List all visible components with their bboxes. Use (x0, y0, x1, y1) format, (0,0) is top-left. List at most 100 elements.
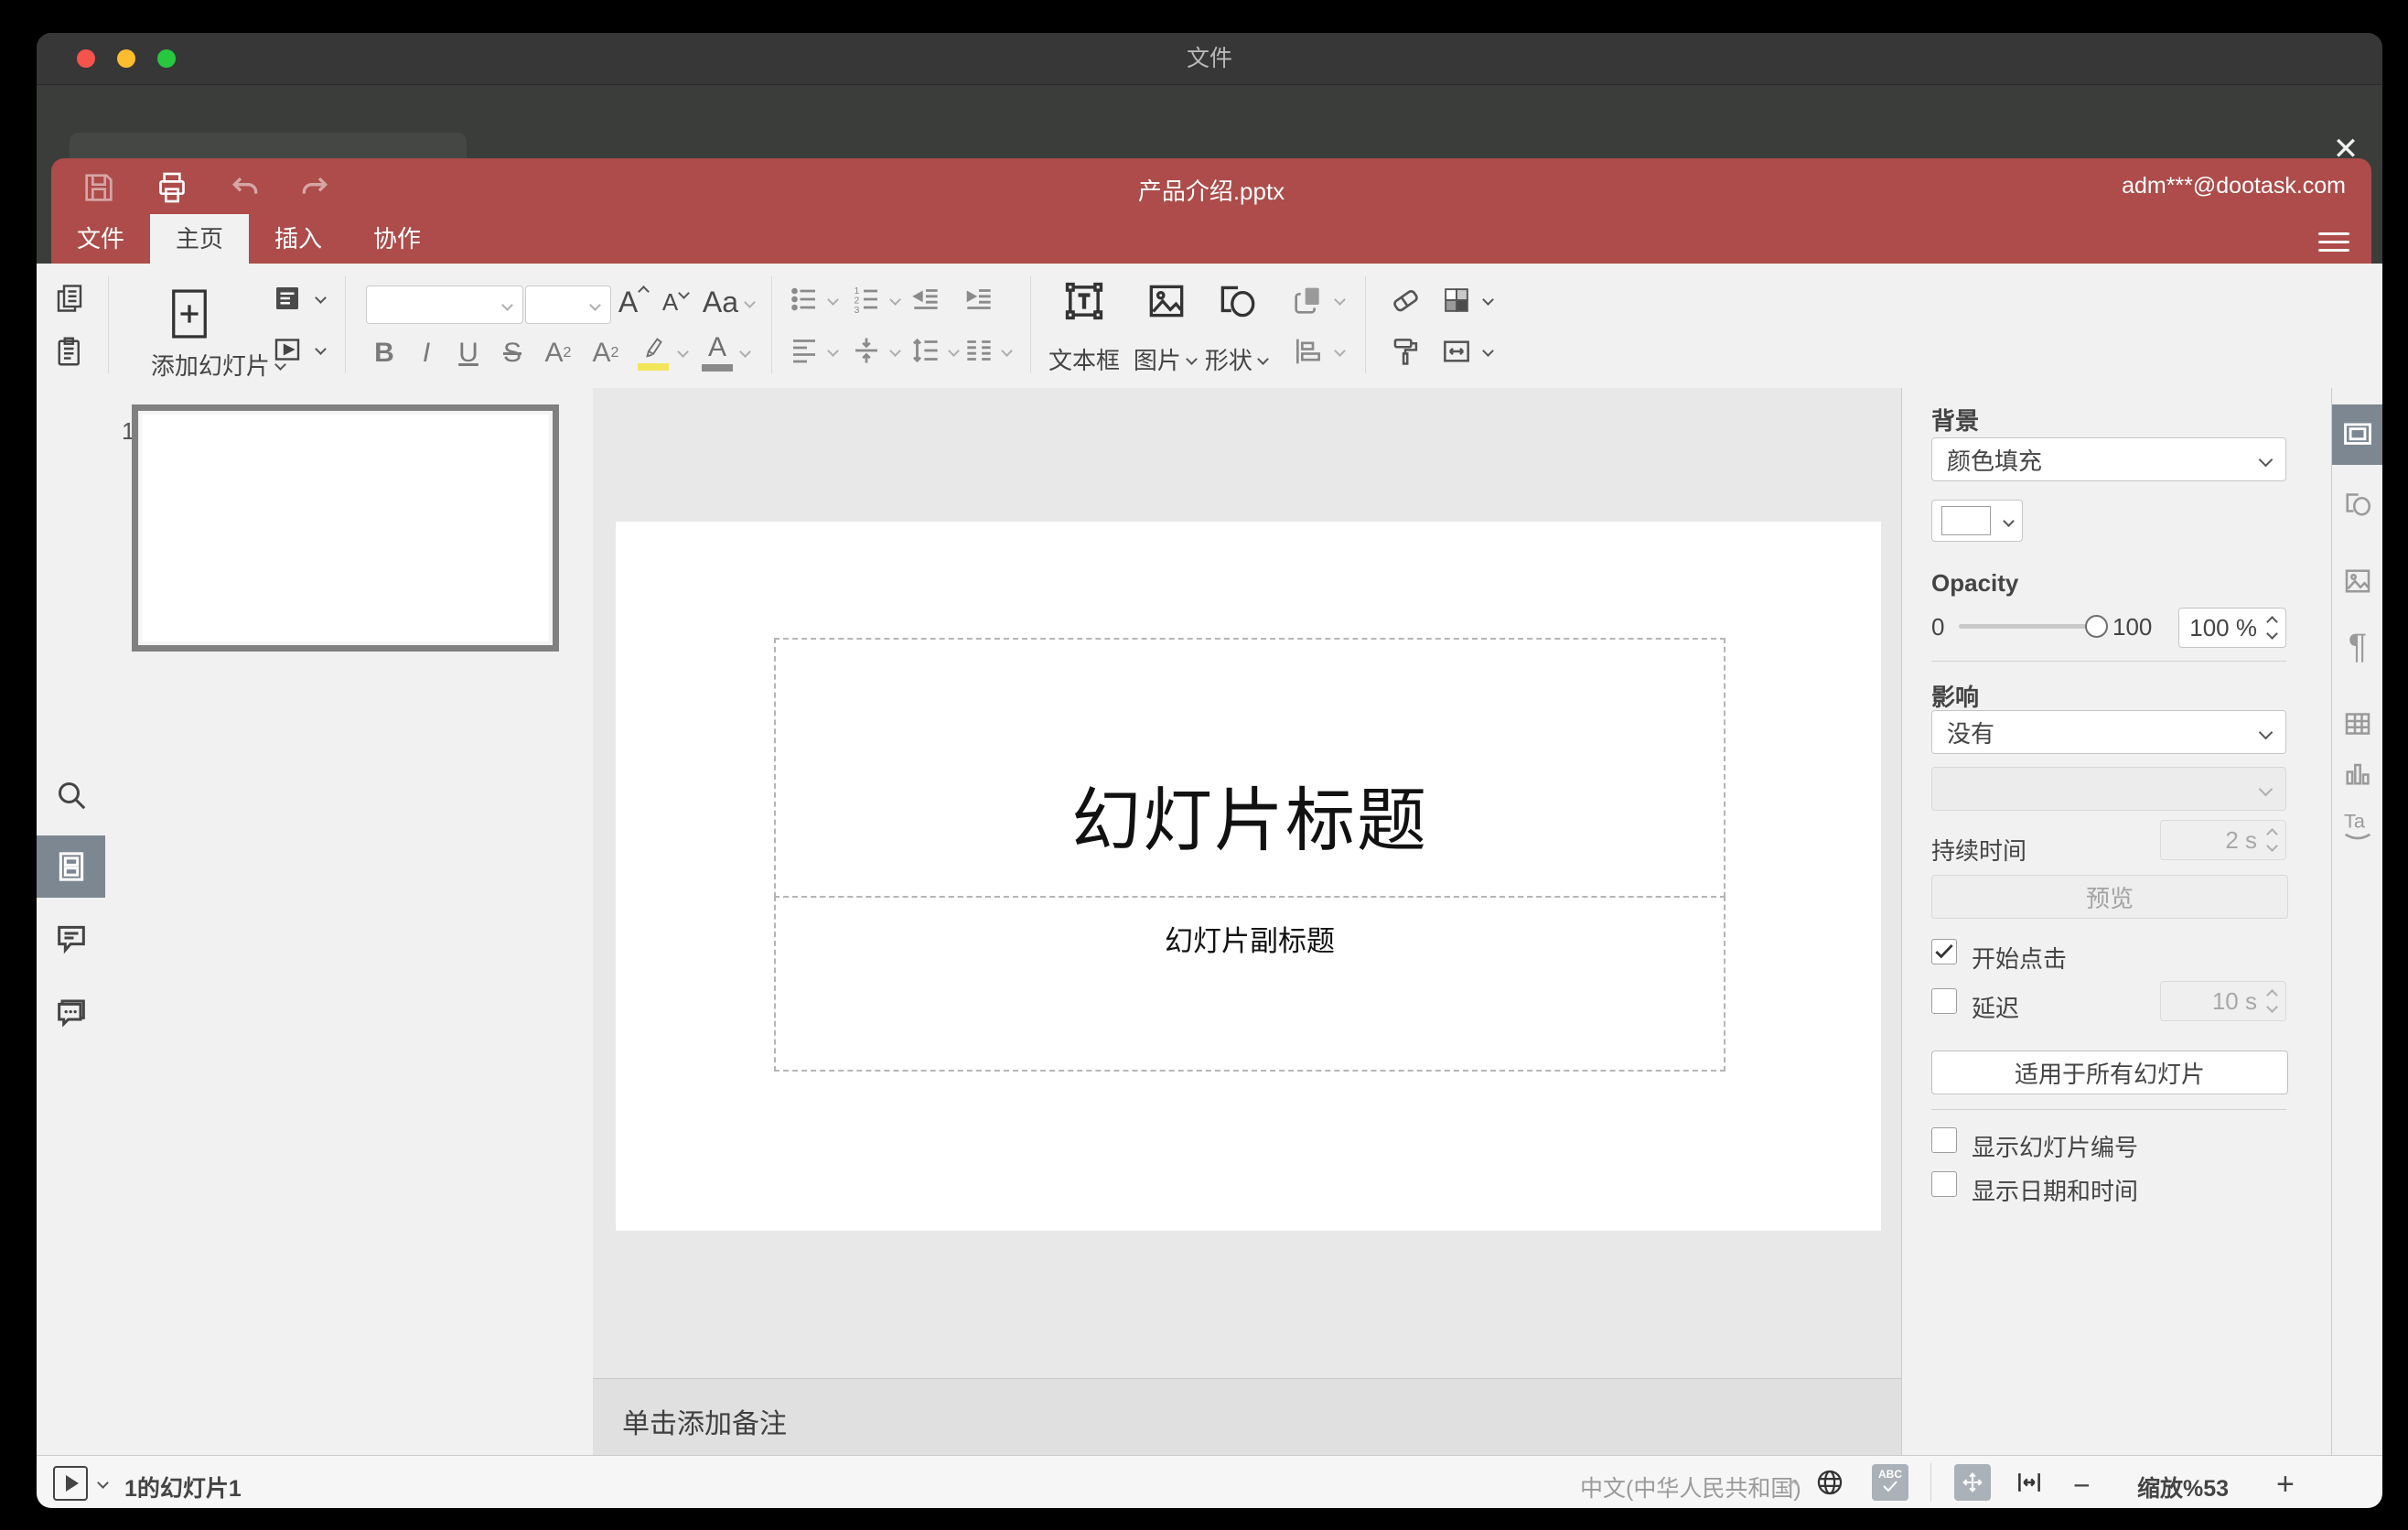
clear-style-icon[interactable] (1383, 280, 1427, 320)
numbered-list-icon[interactable]: 1 2 3 (848, 280, 885, 318)
vertical-align-icon[interactable] (848, 331, 885, 370)
image-icon[interactable] (1139, 276, 1194, 326)
slide-size-chevron[interactable] (1482, 345, 1494, 357)
opacity-min: 0 (1931, 613, 1945, 641)
left-sidebar (37, 388, 106, 1455)
line-spacing-icon[interactable] (906, 331, 946, 370)
increase-font-icon[interactable]: A (613, 282, 653, 322)
preview-button[interactable]: 预览 (1931, 875, 2288, 919)
copy-style-icon[interactable] (1383, 331, 1427, 372)
slide-thumbnail[interactable] (132, 404, 559, 652)
notes-area[interactable]: 单击添加备注 (593, 1378, 1901, 1456)
start-click-checkbox[interactable] (1931, 939, 1957, 964)
vertical-align-chevron[interactable] (889, 345, 901, 357)
slideshow-mode-chevron[interactable] (97, 1477, 109, 1489)
underline-icon[interactable]: U (450, 333, 487, 373)
horizontal-align-icon[interactable] (786, 331, 822, 370)
highlight-color-icon[interactable] (633, 329, 673, 375)
text-box-icon[interactable] (1050, 276, 1118, 326)
font-name-select[interactable] (366, 286, 523, 324)
delay-checkbox[interactable] (1931, 988, 1957, 1014)
arrange-chevron[interactable] (1334, 294, 1346, 306)
slides-panel: 1 (105, 388, 594, 1455)
decrease-indent-icon[interactable] (906, 280, 946, 318)
fill-type-select[interactable]: 颜色填充 (1931, 437, 2286, 481)
spellcheck-icon[interactable]: ABC (1872, 1464, 1908, 1501)
tab-file[interactable]: 文件 (51, 214, 150, 264)
color-scheme-icon[interactable] (1435, 280, 1478, 320)
duration-spinner[interactable]: 2 s (2160, 820, 2286, 860)
text-art-settings-icon[interactable]: Ta (2332, 794, 2382, 855)
change-case-icon[interactable]: Aa (699, 282, 758, 322)
fit-to-slide-icon[interactable] (1954, 1464, 1991, 1501)
zoom-in-button[interactable]: + (2276, 1467, 2295, 1503)
shape-settings-icon[interactable] (2332, 474, 2382, 534)
bullet-list-icon[interactable] (786, 280, 822, 318)
start-slideshow-icon[interactable] (53, 1466, 88, 1501)
numbered-list-chevron[interactable] (889, 294, 901, 306)
highlight-chevron[interactable] (677, 346, 689, 358)
preview-chevron[interactable] (315, 343, 327, 355)
shape-icon[interactable] (1209, 276, 1264, 326)
document-language-icon[interactable] (1811, 1464, 1848, 1501)
slide-size-icon[interactable] (1435, 331, 1478, 372)
increase-indent-icon[interactable] (959, 280, 999, 318)
slide-layout-icon[interactable] (267, 280, 307, 317)
arrange-icon[interactable] (1286, 280, 1330, 320)
user-email: adm***@dootask.com (2122, 173, 2346, 199)
bold-icon[interactable]: B (366, 333, 403, 373)
text-box-button[interactable]: 文本框 (1038, 342, 1130, 375)
subscript-icon[interactable]: A 2 (586, 333, 626, 373)
bullet-list-chevron[interactable] (827, 294, 839, 306)
search-icon[interactable] (37, 764, 105, 826)
horizontal-align-chevron[interactable] (827, 345, 839, 357)
shape-button[interactable]: 形状 (1197, 342, 1275, 375)
copy-icon[interactable] (49, 278, 90, 318)
decrease-font-icon[interactable]: A (657, 282, 693, 322)
tab-insert[interactable]: 插入 (249, 214, 348, 264)
color-scheme-chevron[interactable] (1482, 294, 1494, 306)
delay-spinner[interactable]: 10 s (2160, 981, 2286, 1021)
image-settings-icon[interactable] (2332, 551, 2382, 611)
slide-settings-icon[interactable] (2332, 404, 2382, 465)
effect-type-select[interactable] (1931, 767, 2286, 811)
font-color-chevron[interactable] (739, 346, 751, 358)
apply-to-all-button[interactable]: 适用于所有幻灯片 (1931, 1051, 2288, 1094)
columns-icon[interactable] (959, 331, 999, 370)
align-shapes-chevron[interactable] (1334, 345, 1346, 357)
opacity-slider-thumb[interactable] (2085, 615, 2108, 638)
slide-layout-chevron[interactable] (315, 292, 327, 304)
paste-icon[interactable] (49, 331, 90, 372)
tab-home[interactable]: 主页 (150, 214, 250, 264)
effect-select[interactable]: 没有 (1931, 710, 2286, 754)
slide[interactable]: 幻灯片标题 幻灯片副标题 (616, 522, 1881, 1231)
fit-to-width-icon[interactable] (2011, 1464, 2048, 1501)
font-size-select[interactable] (525, 286, 611, 324)
italic-icon[interactable]: I (410, 333, 443, 373)
paragraph-settings-icon[interactable]: ¶ (2332, 617, 2382, 677)
image-button[interactable]: 图片 (1125, 342, 1204, 375)
strikethrough-icon[interactable]: S (494, 333, 531, 373)
opacity-slider-track[interactable] (1959, 624, 2096, 629)
fill-color-select[interactable] (1931, 500, 2023, 542)
superscript-icon[interactable]: A 2 (538, 333, 578, 373)
show-date-checkbox[interactable] (1931, 1171, 1957, 1197)
add-slide-icon[interactable] (167, 286, 212, 342)
subtitle-placeholder[interactable]: 幻灯片副标题 (774, 896, 1725, 1072)
zoom-out-button[interactable]: − (2073, 1469, 2091, 1503)
preview-icon[interactable] (267, 331, 307, 368)
comments-icon[interactable] (37, 907, 105, 969)
title-placeholder[interactable]: 幻灯片标题 (774, 638, 1725, 898)
show-slide-number-checkbox[interactable] (1931, 1127, 1957, 1153)
menu-icon[interactable] (2318, 227, 2349, 253)
chat-icon[interactable] (37, 979, 105, 1041)
line-spacing-chevron[interactable] (948, 345, 960, 357)
tab-collaboration[interactable]: 协作 (348, 214, 446, 264)
language-selector[interactable]: 中文(中华人民共和国) (1580, 1471, 1801, 1503)
font-color-icon[interactable]: A (697, 329, 737, 375)
columns-chevron[interactable] (1001, 345, 1013, 357)
opacity-spinner[interactable]: 100 % (2178, 608, 2286, 648)
slides-panel-icon[interactable] (37, 835, 105, 898)
right-sidebar: ¶ Ta (2331, 388, 2382, 1455)
align-shapes-icon[interactable] (1286, 331, 1330, 372)
